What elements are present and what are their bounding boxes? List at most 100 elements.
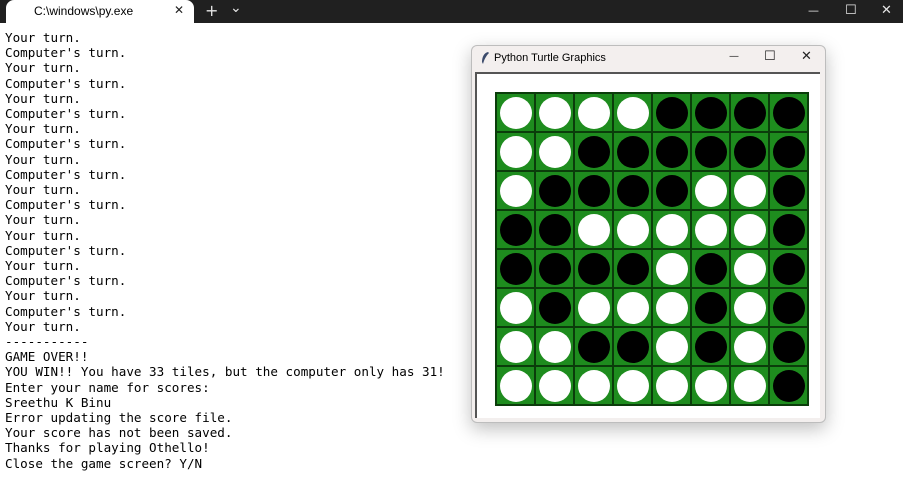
board-cell[interactable] bbox=[613, 132, 652, 171]
board-cell[interactable] bbox=[535, 210, 574, 249]
board-cell[interactable] bbox=[535, 366, 574, 405]
new-tab-icon[interactable]: + bbox=[205, 3, 218, 19]
maximize-icon[interactable]: ☐ bbox=[845, 3, 857, 19]
board-cell[interactable] bbox=[652, 288, 691, 327]
black-disc bbox=[500, 253, 532, 285]
board-cell[interactable] bbox=[574, 171, 613, 210]
board-cell[interactable] bbox=[613, 366, 652, 405]
board-cell[interactable] bbox=[730, 132, 769, 171]
black-disc bbox=[617, 253, 649, 285]
board-cell[interactable] bbox=[691, 93, 730, 132]
board-cell[interactable] bbox=[769, 366, 808, 405]
board-cell[interactable] bbox=[496, 249, 535, 288]
board-cell[interactable] bbox=[652, 366, 691, 405]
board-cell[interactable] bbox=[496, 171, 535, 210]
console-line: Computer's turn. bbox=[5, 197, 127, 213]
board-cell[interactable] bbox=[496, 327, 535, 366]
board-cell[interactable] bbox=[496, 288, 535, 327]
board-cell[interactable] bbox=[574, 327, 613, 366]
board-cell[interactable] bbox=[535, 93, 574, 132]
board-cell[interactable] bbox=[691, 132, 730, 171]
board-cell[interactable] bbox=[613, 288, 652, 327]
board-cell[interactable] bbox=[613, 249, 652, 288]
board-cell[interactable] bbox=[730, 366, 769, 405]
black-disc bbox=[617, 331, 649, 363]
board-cell[interactable] bbox=[769, 93, 808, 132]
board-cell[interactable] bbox=[535, 171, 574, 210]
board-cell[interactable] bbox=[730, 327, 769, 366]
board-cell[interactable] bbox=[691, 171, 730, 210]
white-disc bbox=[539, 97, 571, 129]
othello-board bbox=[495, 92, 809, 406]
board-cell[interactable] bbox=[535, 132, 574, 171]
board-cell[interactable] bbox=[769, 210, 808, 249]
black-disc bbox=[578, 253, 610, 285]
board-cell[interactable] bbox=[496, 93, 535, 132]
console-line: Your turn. bbox=[5, 258, 81, 274]
board-cell[interactable] bbox=[574, 210, 613, 249]
black-disc bbox=[578, 175, 610, 207]
close-window-icon[interactable]: ✕ bbox=[881, 3, 892, 19]
board-cell[interactable] bbox=[613, 171, 652, 210]
board-cell[interactable] bbox=[652, 327, 691, 366]
board-cell[interactable] bbox=[652, 171, 691, 210]
board-cell[interactable] bbox=[652, 93, 691, 132]
tab-title: C:\windows\py.exe bbox=[34, 4, 134, 18]
board-cell[interactable] bbox=[535, 249, 574, 288]
tab-dropdown-icon[interactable]: ⌄ bbox=[230, 0, 242, 16]
close-tab-icon[interactable]: ✕ bbox=[174, 3, 184, 17]
board-cell[interactable] bbox=[613, 210, 652, 249]
turtle-canvas[interactable] bbox=[475, 72, 820, 418]
board-cell[interactable] bbox=[652, 132, 691, 171]
black-disc bbox=[578, 331, 610, 363]
white-disc bbox=[734, 370, 766, 402]
board-cell[interactable] bbox=[535, 327, 574, 366]
white-disc bbox=[656, 370, 688, 402]
board-cell[interactable] bbox=[769, 171, 808, 210]
minimize-icon[interactable]: — bbox=[808, 3, 819, 19]
console-line: Thanks for playing Othello! bbox=[5, 440, 210, 456]
board-cell[interactable] bbox=[496, 210, 535, 249]
board-cell[interactable] bbox=[574, 288, 613, 327]
board-cell[interactable] bbox=[769, 249, 808, 288]
console-line: Your turn. bbox=[5, 151, 81, 167]
board-cell[interactable] bbox=[535, 288, 574, 327]
white-disc bbox=[656, 253, 688, 285]
board-cell[interactable] bbox=[613, 93, 652, 132]
white-disc bbox=[695, 175, 727, 207]
black-disc bbox=[773, 370, 805, 402]
board-cell[interactable] bbox=[691, 288, 730, 327]
console-line: Computer's turn. bbox=[5, 45, 127, 61]
board-cell[interactable] bbox=[730, 210, 769, 249]
board-cell[interactable] bbox=[496, 132, 535, 171]
board-cell[interactable] bbox=[730, 249, 769, 288]
turtle-close-icon[interactable]: ✕ bbox=[801, 49, 812, 64]
board-cell[interactable] bbox=[769, 132, 808, 171]
board-cell[interactable] bbox=[691, 249, 730, 288]
board-cell[interactable] bbox=[574, 93, 613, 132]
board-cell[interactable] bbox=[769, 327, 808, 366]
black-disc bbox=[773, 175, 805, 207]
terminal-tab[interactable]: C:\windows\py.exe ✕ bbox=[6, 0, 194, 23]
board-cell[interactable] bbox=[652, 210, 691, 249]
board-cell[interactable] bbox=[691, 366, 730, 405]
board-cell[interactable] bbox=[769, 288, 808, 327]
turtle-minimize-icon[interactable]: — bbox=[729, 51, 739, 62]
board-cell[interactable] bbox=[730, 93, 769, 132]
console-line: Error updating the score file. bbox=[5, 410, 233, 426]
board-cell[interactable] bbox=[613, 327, 652, 366]
white-disc bbox=[656, 292, 688, 324]
board-cell[interactable] bbox=[691, 327, 730, 366]
board-cell[interactable] bbox=[496, 366, 535, 405]
board-cell[interactable] bbox=[574, 132, 613, 171]
console-line: Your score has not been saved. bbox=[5, 425, 233, 441]
board-cell[interactable] bbox=[574, 366, 613, 405]
turtle-maximize-icon[interactable]: ☐ bbox=[764, 49, 776, 64]
console-line: Your turn. bbox=[5, 90, 81, 106]
board-cell[interactable] bbox=[652, 249, 691, 288]
board-cell[interactable] bbox=[691, 210, 730, 249]
board-cell[interactable] bbox=[730, 171, 769, 210]
board-cell[interactable] bbox=[574, 249, 613, 288]
white-disc bbox=[578, 97, 610, 129]
board-cell[interactable] bbox=[730, 288, 769, 327]
